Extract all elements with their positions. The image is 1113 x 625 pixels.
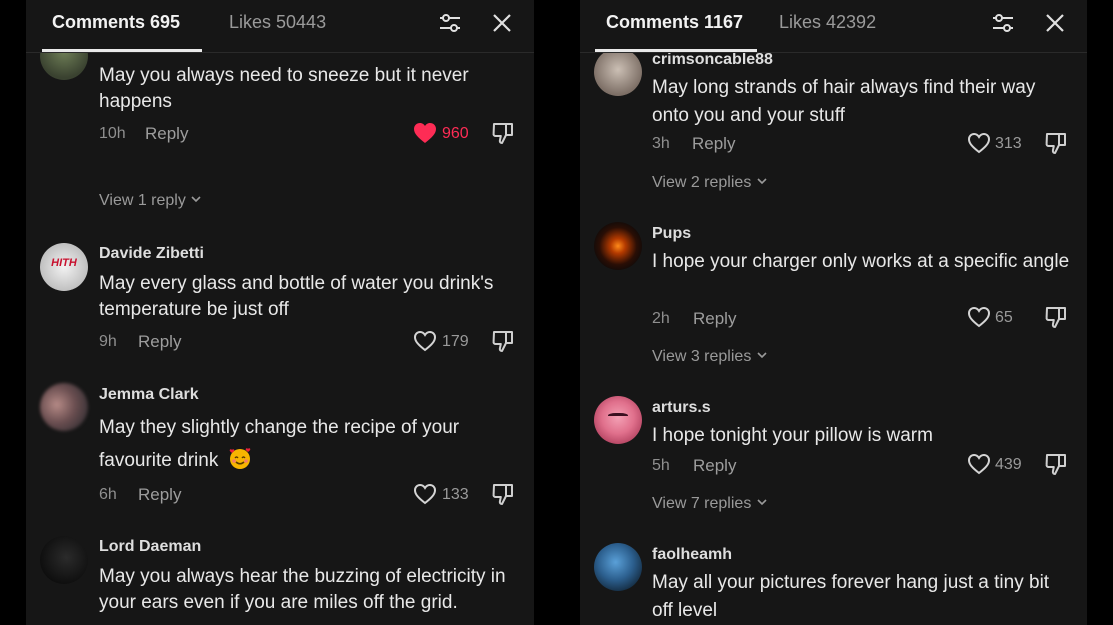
reply-button[interactable]: Reply (145, 124, 188, 144)
avatar[interactable] (594, 222, 642, 270)
active-tab-indicator (42, 49, 202, 52)
tab-likes[interactable]: Likes 50443 (229, 12, 326, 33)
comment-username[interactable]: Jemma Clark (99, 386, 199, 404)
thumbs-down-icon[interactable] (1044, 452, 1068, 476)
like-count: 65 (995, 309, 1013, 326)
heart-icon[interactable] (413, 483, 437, 505)
comment-text: May they slightly change the recipe of y… (99, 411, 509, 477)
comment-username[interactable]: crimsoncable88 (652, 51, 773, 69)
view-replies-button[interactable]: View 3 replies (652, 348, 768, 366)
like-count: 439 (995, 456, 1022, 473)
avatar[interactable] (40, 536, 88, 584)
smiling-face-with-hearts-emoji (229, 448, 250, 469)
comments-panel-right: crimsoncable88 May long strands of hair … (580, 0, 1087, 625)
comment-text: May every glass and bottle of water you … (99, 273, 494, 320)
view-replies-button[interactable]: View 7 replies (652, 495, 768, 513)
reply-button[interactable]: Reply (692, 134, 735, 154)
chevron-down-icon (757, 178, 767, 185)
like-count: 179 (442, 333, 469, 350)
thumbs-down-icon[interactable] (491, 482, 515, 506)
comment-time: 6h (99, 486, 117, 503)
comments-panel-left: May you always need to sneeze but it nev… (26, 0, 534, 625)
comment-time: 2h (652, 310, 670, 327)
filter-sliders-icon[interactable] (990, 10, 1016, 36)
avatar[interactable] (40, 383, 88, 431)
filter-sliders-icon[interactable] (437, 10, 463, 36)
comment-text: May long strands of hair always find the… (652, 77, 1036, 126)
comment-text: May you always hear the buzzing of elect… (99, 566, 506, 613)
comment-time: 10h (99, 125, 126, 142)
thumbs-down-icon[interactable] (1044, 305, 1068, 329)
avatar[interactable]: HITH (40, 243, 88, 291)
reply-button[interactable]: Reply (138, 485, 181, 505)
close-icon[interactable] (489, 10, 515, 36)
avatar-lettering: HITH (51, 257, 77, 269)
chevron-down-icon (191, 196, 201, 203)
avatar[interactable] (594, 543, 642, 591)
chevron-down-icon (757, 499, 767, 506)
like-count: 133 (442, 486, 469, 503)
comment-text: May all your pictures forever hang just … (652, 572, 1050, 621)
avatar[interactable] (594, 48, 642, 96)
thumbs-down-icon[interactable] (1044, 131, 1068, 155)
view-replies-button[interactable]: View 2 replies (652, 174, 768, 192)
close-icon[interactable] (1042, 10, 1068, 36)
heart-icon[interactable] (413, 330, 437, 352)
avatar-face-eyes (608, 413, 628, 419)
tab-comments[interactable]: Comments 695 (52, 12, 180, 33)
comment-username[interactable]: arturs.s (652, 399, 711, 417)
comment-text: May you always need to sneeze but it nev… (99, 65, 469, 112)
comments-header: Comments 695 Likes 50443 (26, 0, 534, 53)
comments-header: Comments 1167 Likes 42392 (580, 0, 1087, 53)
view-replies-label: View 7 replies (652, 495, 752, 512)
comment-username[interactable]: Lord Daeman (99, 538, 201, 556)
view-replies-label: View 3 replies (652, 348, 752, 365)
reply-button[interactable]: Reply (138, 332, 181, 352)
comment-time: 3h (652, 135, 670, 152)
view-replies-label: View 2 replies (652, 174, 752, 191)
active-tab-indicator (595, 49, 757, 52)
thumbs-down-icon[interactable] (491, 329, 515, 353)
comment-username[interactable]: Pups (652, 225, 691, 243)
comment-text: I hope your charger only works at a spec… (652, 251, 1070, 272)
thumbs-down-icon[interactable] (491, 121, 515, 145)
view-replies-button[interactable]: View 1 reply (99, 192, 202, 210)
heart-icon[interactable] (967, 306, 991, 328)
avatar[interactable] (594, 396, 642, 444)
comment-time: 5h (652, 457, 670, 474)
comment-time: 9h (99, 333, 117, 350)
reply-button[interactable]: Reply (693, 309, 736, 329)
comment-text-content: May they slightly change the recipe of y… (99, 417, 460, 471)
heart-icon[interactable] (967, 132, 991, 154)
comment-text: I hope tonight your pillow is warm (652, 425, 933, 446)
reply-button[interactable]: Reply (693, 456, 736, 476)
heart-icon[interactable] (967, 453, 991, 475)
chevron-down-icon (757, 352, 767, 359)
like-count: 960 (442, 125, 469, 142)
heart-icon[interactable] (413, 122, 437, 144)
comment-username[interactable]: Davide Zibetti (99, 245, 204, 263)
comment-username[interactable]: faolheamh (652, 546, 732, 564)
tab-likes[interactable]: Likes 42392 (779, 12, 876, 33)
like-count: 313 (995, 135, 1022, 152)
tab-comments[interactable]: Comments 1167 (606, 12, 743, 33)
view-replies-label: View 1 reply (99, 192, 186, 209)
